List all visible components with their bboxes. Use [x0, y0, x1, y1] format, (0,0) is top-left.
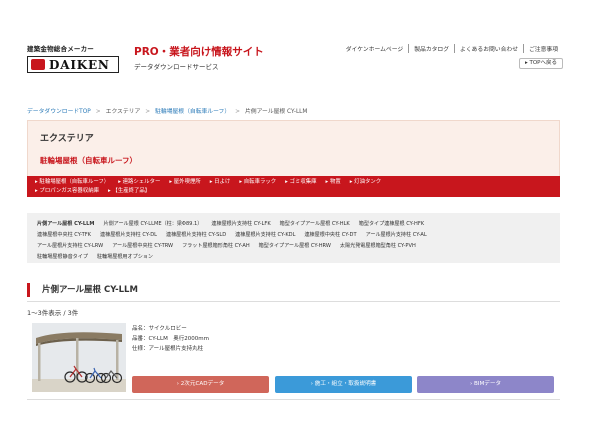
category-nav-row: プロパンガス容器収納庫【生産終了品】: [35, 187, 552, 196]
product-row: 連棟屋根中央柱 CY-TFK 連棟屋根片支持柱 CY-DL 連棟屋根片支持柱 CY-…: [37, 230, 550, 241]
breadcrumb: データダウンロードTOP > エクステリア > 駐輪場屋根（自転車ルーフ） > 片側アール屋…: [27, 106, 307, 115]
category-nav-item[interactable]: ゴミ収集庫: [285, 178, 317, 187]
divider: [27, 399, 560, 400]
logo-tagline: 建築金物総合メーカー: [27, 45, 94, 53]
breadcrumb-exterior[interactable]: エクステリア: [106, 109, 141, 115]
breadcrumb-separator: >: [145, 109, 151, 115]
divider: [27, 301, 560, 302]
product-link[interactable]: アール屋根片支持柱 CY-LRW: [37, 241, 103, 252]
logo-mark-icon: [31, 59, 45, 70]
category-nav-item[interactable]: 物置: [326, 178, 341, 187]
product-spec: 仕様：アール屋根片支持丸柱: [132, 346, 204, 352]
product-link[interactable]: フラット屋根箱形角柱 CY-AH: [182, 241, 250, 252]
product-link[interactable]: 箱型タイプ連棟屋根 CY-HFK: [359, 219, 424, 230]
category-subtitle: 駐輪場屋根（自転車ルーフ）: [40, 156, 138, 165]
product-name: 品名：サイクルロビー: [132, 326, 187, 332]
breadcrumb-home[interactable]: データダウンロードTOP: [27, 109, 91, 115]
product-link[interactable]: 連棟屋根片支持柱 CY-KDL: [235, 230, 295, 241]
category-nav-item[interactable]: 自転車ラック: [239, 178, 276, 187]
product-link[interactable]: アール屋根中央柱 CY-TRW: [112, 241, 173, 252]
product-link[interactable]: 連棟屋根片支持柱 CY-SLD: [166, 230, 226, 241]
link-daiken-home[interactable]: ダイケンホームページ: [341, 44, 409, 53]
category-title: エクステリア: [40, 134, 94, 144]
category-nav-item[interactable]: 灯油タンク: [350, 178, 381, 187]
top-links: ダイケンホームページ 製品カタログ よくあるお問い合わせ ご注意事項: [341, 44, 563, 53]
logo-word: DAIKEN: [49, 57, 110, 72]
link-catalog[interactable]: 製品カタログ: [408, 44, 454, 53]
product-link[interactable]: 連棟屋根片支持柱 CY-DL: [100, 230, 157, 241]
logo-box: DAIKEN: [27, 56, 119, 73]
site-title: PRO・業者向け情報サイト: [134, 46, 264, 58]
category-nav: 駐輪場屋根（自転車ルーフ） 連路シェルター屋外喫煙所日よけ自転車ラックゴミ収集庫物…: [27, 176, 560, 197]
product-link[interactable]: 太陽光発電屋根箱型角柱 CY-PVH: [340, 241, 416, 252]
link-faq[interactable]: よくあるお問い合わせ: [454, 44, 523, 53]
product-row: アール屋根片支持柱 CY-LRW アール屋根中央柱 CY-TRW フラット屋根箱形角…: [37, 241, 550, 252]
product-list-box: 片側アール屋根 CY-LLM 片側アール屋根 CY-LLME（柱：梁Φ89.1）連…: [27, 213, 560, 263]
product-link[interactable]: 箱型タイプアール屋根 CY-HLK: [280, 219, 350, 230]
category-nav-item[interactable]: プロパンガス容器収納庫: [35, 187, 99, 196]
top-back-button[interactable]: ▸ TOPへ戻る: [518, 58, 563, 69]
bicycle-shelter-illustration: [32, 323, 126, 392]
category-nav-item[interactable]: 日よけ: [210, 178, 230, 187]
site-subtitle: データダウンロードサービス: [134, 63, 219, 71]
bim-data-button[interactable]: BIMデータ: [417, 376, 554, 393]
header: 建築金物総合メーカー DAIKEN PRO・業者向け情報サイト データダウンロー…: [0, 0, 589, 96]
product-link[interactable]: 駐輪場屋根静音タイプ: [37, 252, 88, 263]
daiken-logo[interactable]: 建築金物総合メーカー DAIKEN: [27, 43, 119, 73]
category-nav-item[interactable]: 屋外喫煙所: [169, 178, 201, 187]
cad-data-button[interactable]: 2次元CADデータ: [132, 376, 269, 393]
breadcrumb-current: 片側アール屋根 CY-LLM: [244, 109, 308, 115]
category-nav-row: 駐輪場屋根（自転車ルーフ） 連路シェルター屋外喫煙所日よけ自転車ラックゴミ収集庫物…: [35, 178, 552, 187]
manual-button[interactable]: 施工・組立・取扱説明書: [275, 376, 412, 393]
product-link[interactable]: 連棟屋根片支持柱 CY-LFK: [211, 219, 270, 230]
product-link[interactable]: 箱型タイプアール屋根 CY-HRW: [259, 241, 331, 252]
section-title: 片側アール屋根 CY-LLM: [27, 283, 138, 297]
product-row: 駐輪場屋根静音タイプ 駐輪場屋根用オプション: [37, 252, 550, 263]
category-nav-item[interactable]: 駐輪場屋根（自転車ルーフ）: [35, 178, 109, 187]
product-specs: 品名：サイクルロビー 品番：CY-LLM 奥行2000mm 仕様：アール屋根片支…: [132, 324, 209, 354]
product-link[interactable]: 片側アール屋根 CY-LLME（柱：梁Φ89.1）: [103, 219, 202, 230]
product-image[interactable]: [32, 323, 126, 392]
breadcrumb-separator: >: [235, 109, 240, 115]
main-content: エクステリア 駐輪場屋根（自転車ルーフ） 駐輪場屋根（自転車ルーフ） 連路シェルタ…: [27, 120, 560, 400]
breadcrumb-separator: >: [95, 109, 101, 115]
product-link[interactable]: 連棟屋根中央柱 CY-DT: [304, 230, 356, 241]
product-model: 品番：CY-LLM 奥行2000mm: [132, 336, 210, 342]
category-nav-item[interactable]: 【生産終了品】: [108, 187, 150, 196]
product-link[interactable]: アール屋根片支持柱 CY-AL: [366, 230, 427, 241]
breadcrumb-bicycle-roof[interactable]: 駐輪場屋根（自転車ルーフ）: [155, 109, 230, 115]
product-link[interactable]: 連棟屋根中央柱 CY-TFK: [37, 230, 91, 241]
link-notes[interactable]: ご注意事項: [523, 44, 563, 53]
product-link[interactable]: 駐輪場屋根用オプション: [97, 252, 153, 263]
product-row: 片側アール屋根 CY-LLM 片側アール屋根 CY-LLME（柱：梁Φ89.1） 連…: [37, 219, 550, 230]
product-link[interactable]: 片側アール屋根 CY-LLM: [37, 219, 94, 230]
result-count: 1〜3件表示 / 3件: [27, 309, 79, 317]
category-nav-item[interactable]: 連路シェルター: [118, 178, 161, 187]
